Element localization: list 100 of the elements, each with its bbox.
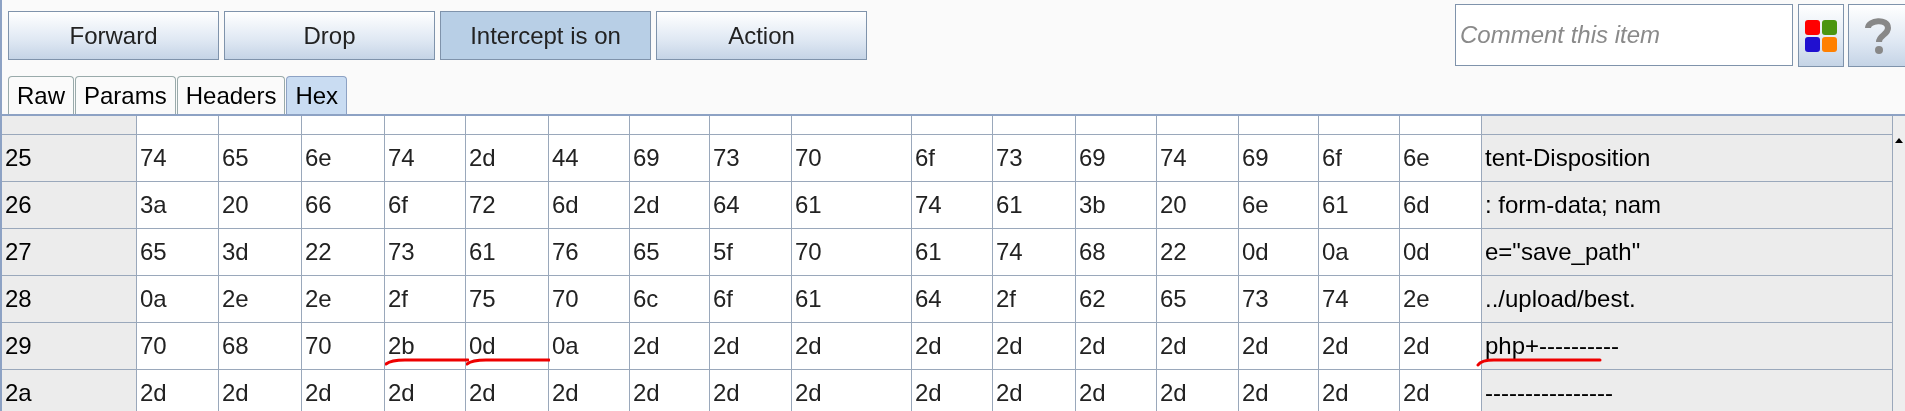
ascii-text: e="save_path" — [1482, 229, 1892, 275]
hex-byte: 2d — [792, 323, 912, 369]
hex-byte: 2d — [466, 370, 549, 411]
hex-byte: 0d — [1239, 229, 1319, 275]
hex-byte: 64 — [710, 182, 792, 228]
hex-byte: 6f — [385, 182, 466, 228]
hex-byte: 2d — [630, 182, 710, 228]
hex-byte: 6c — [630, 276, 710, 322]
hex-byte: 44 — [549, 135, 630, 181]
ascii-text: ---------------- — [1482, 370, 1892, 411]
hex-byte: 68 — [219, 323, 302, 369]
ascii-text: : form-data; nam — [1482, 182, 1892, 228]
tab[interactable]: Params — [75, 76, 176, 114]
hex-byte: 75 — [466, 276, 549, 322]
toolbar-button[interactable]: Intercept is on — [440, 11, 651, 60]
hex-byte: 2d — [630, 323, 710, 369]
hex-byte: 6f — [912, 135, 993, 181]
hex-byte: 74 — [993, 229, 1076, 275]
hex-byte: 74 — [1157, 135, 1239, 181]
hex-byte: 2d — [1319, 323, 1400, 369]
hex-byte: 2d — [385, 370, 466, 411]
hex-byte: 2e — [302, 276, 385, 322]
row-address: 28 — [2, 276, 137, 322]
hex-byte: 2d — [630, 370, 710, 411]
tab[interactable]: Hex — [286, 76, 348, 114]
hex-byte: 2d — [137, 370, 219, 411]
tab[interactable]: Headers — [176, 76, 286, 114]
hex-byte: 3b — [1076, 182, 1157, 228]
row-address: 26 — [2, 182, 137, 228]
hex-byte: 2d — [302, 370, 385, 411]
row-address: 2a — [2, 370, 137, 411]
row-address: 25 — [2, 135, 137, 181]
hex-byte: 6f — [710, 276, 792, 322]
hex-byte: 0d — [466, 323, 549, 369]
hex-byte: 2b — [385, 323, 466, 369]
hex-byte: 2d — [912, 323, 993, 369]
hex-byte: 6d — [549, 182, 630, 228]
hex-byte: 74 — [912, 182, 993, 228]
hex-byte: 2d — [1157, 323, 1239, 369]
toolbar-button[interactable]: Drop — [224, 11, 435, 60]
hex-byte: 6f — [1319, 135, 1400, 181]
highlight-button[interactable] — [1798, 4, 1844, 67]
toolbar-button[interactable]: Forward — [8, 11, 219, 60]
hex-byte: 70 — [792, 135, 912, 181]
hex-byte: 0a — [137, 276, 219, 322]
hex-byte: 2d — [549, 370, 630, 411]
hex-byte: 69 — [630, 135, 710, 181]
hex-byte: 2d — [912, 370, 993, 411]
hex-byte: 68 — [1076, 229, 1157, 275]
hex-byte: 0a — [549, 323, 630, 369]
hex-byte: 61 — [792, 182, 912, 228]
color-squares-icon — [1804, 18, 1838, 53]
question-mark-icon — [1865, 16, 1891, 55]
hex-byte: 65 — [630, 229, 710, 275]
hex-byte: 69 — [1076, 135, 1157, 181]
hex-byte: 22 — [1157, 229, 1239, 275]
hex-byte: 70 — [792, 229, 912, 275]
hex-byte: 70 — [549, 276, 630, 322]
hex-byte: 2d — [219, 370, 302, 411]
hex-byte: 69 — [1239, 135, 1319, 181]
hex-byte: 70 — [302, 323, 385, 369]
hex-byte: 6e — [302, 135, 385, 181]
row-address: 29 — [2, 323, 137, 369]
hex-byte: 76 — [549, 229, 630, 275]
hex-byte: 66 — [302, 182, 385, 228]
scrollbar[interactable] — [1892, 116, 1905, 411]
hex-byte: 73 — [993, 135, 1076, 181]
hex-byte: 6e — [1239, 182, 1319, 228]
hex-byte: 64 — [912, 276, 993, 322]
hex-byte: 2d — [792, 370, 912, 411]
hex-byte: 72 — [466, 182, 549, 228]
hex-byte: 22 — [302, 229, 385, 275]
hex-byte: 0a — [1319, 229, 1400, 275]
hex-byte: 5f — [710, 229, 792, 275]
row-address: 27 — [2, 229, 137, 275]
hex-byte: 61 — [792, 276, 912, 322]
hex-byte: 2d — [1157, 370, 1239, 411]
hex-byte: 2d — [1239, 370, 1319, 411]
hex-byte: 2d — [1319, 370, 1400, 411]
hex-byte: 2d — [1076, 323, 1157, 369]
toolbar-button[interactable]: Action — [656, 11, 867, 60]
hex-byte: 2d — [993, 370, 1076, 411]
hex-byte: 73 — [710, 135, 792, 181]
hex-byte: 62 — [1076, 276, 1157, 322]
hex-byte: 3d — [219, 229, 302, 275]
hex-byte: 61 — [993, 182, 1076, 228]
hex-byte: 3a — [137, 182, 219, 228]
hex-byte: 2d — [710, 370, 792, 411]
hex-byte: 2f — [993, 276, 1076, 322]
hex-byte: 20 — [1157, 182, 1239, 228]
hex-byte: 73 — [1239, 276, 1319, 322]
comment-field[interactable]: Comment this item — [1455, 4, 1793, 66]
hex-byte: 65 — [1157, 276, 1239, 322]
scroll-up-icon[interactable] — [1894, 136, 1904, 146]
hex-byte: 74 — [385, 135, 466, 181]
ascii-text: ../upload/best. — [1482, 276, 1892, 322]
hex-byte: 2d — [993, 323, 1076, 369]
tab[interactable]: Raw — [8, 76, 74, 114]
hex-byte: 20 — [219, 182, 302, 228]
hex-byte: 70 — [137, 323, 219, 369]
